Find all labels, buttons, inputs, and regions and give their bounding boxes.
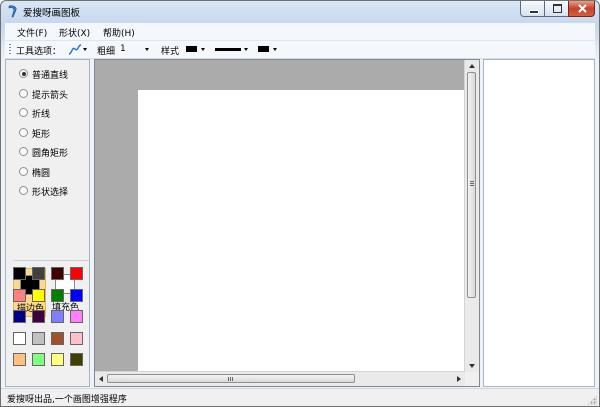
palette-swatch[interactable]: [32, 331, 45, 345]
tool-options-bar: 工具选项： 粗细 1 样式: [5, 41, 595, 59]
chevron-down-icon: [244, 48, 248, 51]
maximize-icon: [553, 4, 562, 13]
tool-option-label: 普通直线: [32, 71, 69, 81]
chevron-down-icon: [273, 48, 277, 51]
vertical-scroll-thumb[interactable]: [467, 72, 476, 298]
solid-fill-icon: [186, 46, 197, 52]
status-text: 爱搜呀出品,一个画图增强程序: [7, 395, 127, 405]
line-type-dropdown[interactable]: [67, 42, 89, 57]
palette-swatch[interactable]: [13, 331, 26, 345]
grip-icon: [470, 181, 474, 186]
canvas[interactable]: [138, 90, 465, 374]
tool-options-label: 工具选项：: [16, 47, 62, 57]
menu-shape[interactable]: 形状(X): [59, 26, 90, 39]
vertical-scrollbar[interactable]: [464, 60, 479, 372]
thickness-dropdown[interactable]: 1: [117, 42, 153, 57]
side-panel: [483, 59, 595, 387]
menu-help[interactable]: 帮助(H): [103, 26, 135, 39]
palette-swatch[interactable]: [70, 353, 83, 366]
palette-swatch[interactable]: [13, 310, 26, 323]
status-bar: 爱搜呀出品,一个画图增强程序: [1, 388, 599, 406]
palette-swatch[interactable]: [51, 267, 64, 280]
palette-swatch[interactable]: [70, 331, 83, 345]
palette-swatch[interactable]: [32, 267, 45, 280]
chevron-down-icon: [145, 48, 149, 51]
tool-panel: 普通直线 提示箭头 折线 矩形 圆角矩形 椭圆 形状选择 描边色 填充色: [5, 59, 90, 387]
horizontal-scrollbar[interactable]: [95, 371, 465, 386]
end-style-dropdown[interactable]: [255, 42, 281, 57]
solid-line-icon: [215, 48, 241, 51]
tool-option-label: 形状选择: [32, 188, 69, 198]
window-title: 爱搜呀画图板: [23, 8, 81, 19]
palette-swatch[interactable]: [70, 310, 83, 323]
palette-swatch[interactable]: [51, 310, 64, 323]
close-icon: [578, 4, 587, 13]
chevron-down-icon: [83, 48, 87, 51]
drawing-area[interactable]: [94, 59, 480, 387]
tool-option-label: 圆角矩形: [32, 149, 69, 159]
radio-icon[interactable]: [19, 147, 28, 156]
scroll-corner: [465, 372, 479, 386]
palette-swatch[interactable]: [70, 267, 83, 280]
app-window: 爱搜呀画图板 文件(F) 形状(X) 帮助(H) 工具选项： 粗细 1 样式 普…: [0, 0, 600, 407]
thickness-value: 1: [120, 44, 126, 54]
tool-option-label: 矩形: [32, 129, 51, 140]
palette-swatch[interactable]: [13, 267, 26, 280]
app-icon: [8, 5, 17, 18]
palette-swatch[interactable]: [13, 353, 26, 366]
title-bar[interactable]: 爱搜呀画图板: [1, 1, 599, 23]
curve-line-icon: [68, 44, 82, 55]
palette-swatch[interactable]: [51, 288, 64, 302]
maximize-button[interactable]: [544, 1, 569, 17]
line-style-dropdown[interactable]: [211, 42, 251, 57]
radio-icon[interactable]: [19, 166, 28, 176]
chevron-down-icon: [201, 48, 205, 51]
palette-swatch[interactable]: [32, 310, 45, 323]
grip-icon: [228, 377, 233, 381]
radio-icon[interactable]: [19, 108, 28, 117]
menu-bar: 文件(F) 形状(X) 帮助(H): [5, 23, 595, 41]
fill-style-dropdown[interactable]: [183, 42, 209, 57]
minimize-icon: [529, 10, 539, 14]
close-button[interactable]: [568, 1, 595, 17]
thickness-label: 粗细: [97, 47, 116, 57]
tool-option-label: 折线: [32, 110, 51, 120]
radio-icon[interactable]: [19, 69, 28, 78]
horizontal-scroll-thumb[interactable]: [107, 374, 355, 383]
end-style-icon: [258, 46, 269, 52]
radio-icon[interactable]: [19, 127, 28, 137]
palette-swatch[interactable]: [51, 331, 64, 345]
divider: [13, 260, 89, 261]
palette-swatch[interactable]: [51, 353, 64, 366]
palette-swatch[interactable]: [70, 288, 83, 302]
radio-icon[interactable]: [19, 88, 28, 98]
palette-swatch[interactable]: [13, 288, 26, 302]
scroll-right-icon[interactable]: [457, 376, 461, 382]
palette-swatch[interactable]: [32, 288, 45, 302]
minimize-button[interactable]: [520, 1, 545, 17]
tool-option-label: 椭圆: [32, 168, 51, 179]
scroll-up-icon[interactable]: [469, 64, 475, 68]
resize-grip-icon[interactable]: [587, 395, 597, 405]
scroll-down-icon[interactable]: [469, 364, 475, 368]
tool-option-label: 提示箭头: [32, 90, 69, 101]
menu-file[interactable]: 文件(F): [17, 26, 47, 39]
style-label: 样式: [161, 47, 180, 57]
radio-icon[interactable]: [19, 186, 28, 195]
scroll-left-icon[interactable]: [99, 376, 103, 382]
toolbar-grip[interactable]: [9, 44, 11, 55]
palette-swatch[interactable]: [32, 353, 45, 366]
